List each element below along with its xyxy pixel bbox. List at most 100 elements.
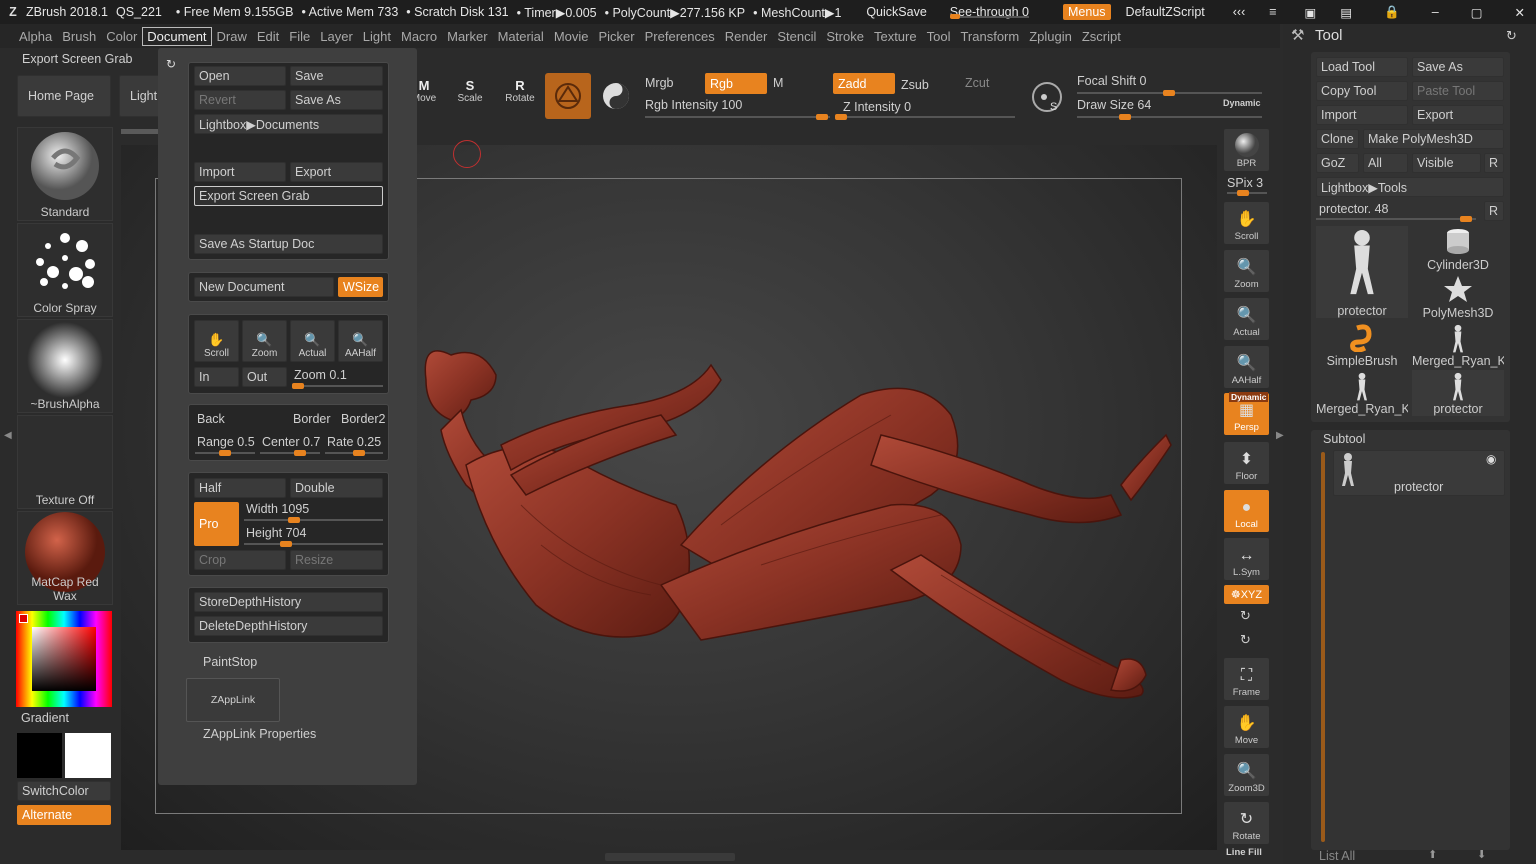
m-button[interactable]: M: [773, 76, 783, 90]
doc-actual-button[interactable]: 🔍 Actual: [290, 320, 335, 362]
shelf-scroll-button[interactable]: ✋ Scroll: [1224, 202, 1269, 244]
zoom-slider[interactable]: Zoom 0.1: [294, 368, 347, 382]
canvas-scroll-handle[interactable]: [605, 853, 735, 861]
rate-slider[interactable]: Rate 0.25: [327, 435, 381, 449]
menu-zscript[interactable]: Zscript: [1077, 27, 1126, 46]
z-intensity-slider[interactable]: Z Intensity 0: [843, 100, 911, 114]
width-track[interactable]: [244, 517, 383, 523]
home-page-button[interactable]: Home Page: [17, 75, 111, 117]
subtool-header[interactable]: Subtool: [1323, 432, 1365, 446]
spix-track[interactable]: [1227, 190, 1267, 196]
rgb-button[interactable]: Rgb: [705, 73, 767, 94]
material-switch-button[interactable]: [545, 73, 591, 119]
minimize-icon[interactable]: –: [1427, 4, 1444, 20]
protector-slider[interactable]: protector. 48: [1319, 202, 1389, 216]
shelf-aahalf-button[interactable]: 🔍 AAHalf: [1224, 346, 1269, 388]
crop-button[interactable]: Crop: [194, 550, 286, 570]
revert-button[interactable]: Revert: [194, 90, 286, 110]
xyz-symmetry-button[interactable]: ☸XYZ: [1224, 585, 1269, 604]
menu-picker[interactable]: Picker: [594, 27, 640, 46]
secondary-color-swatch[interactable]: [65, 733, 111, 778]
menu-file[interactable]: File: [284, 27, 315, 46]
wsize-button[interactable]: WSize: [338, 277, 383, 297]
z-intensity-track[interactable]: [835, 114, 1015, 120]
rgb-intensity-track[interactable]: [645, 114, 830, 120]
rate-track[interactable]: [325, 450, 383, 456]
rgb-intensity-slider[interactable]: Rgb Intensity 100: [645, 98, 742, 112]
pro-button[interactable]: Pro: [194, 502, 239, 546]
border-button[interactable]: Border: [293, 412, 331, 426]
stroke-thumbnail[interactable]: Color Spray: [17, 223, 113, 317]
tool-item-simplebrush[interactable]: SimpleBrush: [1316, 322, 1408, 368]
menu-edit[interactable]: Edit: [252, 27, 284, 46]
zapplink-button[interactable]: ZAppLink: [186, 678, 280, 722]
goz-r-button[interactable]: R: [1484, 153, 1504, 173]
draw-size-slider[interactable]: Draw Size 64: [1077, 98, 1151, 112]
tool-item-merged-ryan-ki[interactable]: Merged_Ryan_Ki: [1316, 370, 1408, 416]
rotate-axis-y-icon[interactable]: ↻: [1240, 632, 1251, 648]
menu-tool[interactable]: Tool: [922, 27, 956, 46]
subtool-scrollbar[interactable]: [1321, 452, 1325, 842]
doc-zoom-button[interactable]: 🔍 Zoom: [242, 320, 287, 362]
alpha-thumbnail[interactable]: ~BrushAlpha: [17, 319, 113, 413]
persp-dynamic-label[interactable]: Dynamic: [1229, 392, 1269, 402]
doc-aahalf-button[interactable]: 🔍 AAHalf: [338, 320, 383, 362]
lightbox-documents-button[interactable]: Lightbox▶Documents: [194, 114, 383, 134]
zapplink-properties-label[interactable]: ZAppLink Properties: [203, 727, 316, 741]
move-down-arrow-icon[interactable]: ⬇: [1477, 848, 1486, 861]
window-layout-icon[interactable]: ▣: [1300, 4, 1322, 21]
menu-brush[interactable]: Brush: [57, 27, 101, 46]
tool-import-button[interactable]: Import: [1316, 105, 1408, 125]
menu-transform[interactable]: Transform: [955, 27, 1024, 46]
copy-tool-button[interactable]: Copy Tool: [1316, 81, 1408, 101]
tool-item-merged-ryan-ki[interactable]: Merged_Ryan_Ki: [1412, 322, 1504, 368]
tool-panel-scroll-handle[interactable]: ▶: [1276, 430, 1284, 450]
menu-stroke[interactable]: Stroke: [821, 27, 869, 46]
color-picker[interactable]: [16, 611, 112, 707]
double-button[interactable]: Double: [290, 478, 383, 498]
spix-slider[interactable]: SPix 3: [1227, 176, 1263, 190]
zadd-button[interactable]: Zadd: [833, 73, 895, 94]
scale-button[interactable]: S Scale: [450, 78, 490, 114]
export-button[interactable]: Export: [290, 162, 383, 182]
half-button[interactable]: Half: [194, 478, 286, 498]
shelf-floor-button[interactable]: ⬍ Floor: [1224, 442, 1269, 484]
resize-button[interactable]: Resize: [290, 550, 383, 570]
zscript-label[interactable]: DefaultZScript: [1121, 4, 1210, 20]
goz-button[interactable]: GoZ: [1316, 153, 1359, 173]
menu-stencil[interactable]: Stencil: [772, 27, 821, 46]
shelf-zoom-button[interactable]: 🔍 Zoom: [1224, 250, 1269, 292]
shelf-lsym-button[interactable]: ↔ L.Sym: [1224, 538, 1269, 580]
window-restore-icon[interactable]: ▤: [1335, 4, 1357, 21]
subtool-visibility-icon[interactable]: ◉: [1486, 452, 1496, 466]
export-screen-grab-button[interactable]: Export Screen Grab: [194, 186, 383, 206]
gradient-label[interactable]: Gradient: [21, 711, 69, 725]
line-fill-button[interactable]: Line Fill: [1226, 847, 1262, 858]
main-color-swatch[interactable]: [17, 733, 62, 778]
export-screen-grab-label[interactable]: Export Screen Grab: [22, 52, 132, 66]
save-as-button[interactable]: Save As: [290, 90, 383, 110]
rotate-axis-z-icon[interactable]: ↻: [1240, 608, 1251, 624]
zcut-button[interactable]: Zcut: [965, 76, 989, 90]
menu-alpha[interactable]: Alpha: [14, 27, 57, 46]
move-up-arrow-icon[interactable]: ⬆: [1428, 848, 1437, 861]
focal-shift-track[interactable]: [1077, 90, 1262, 96]
left-panel-scroll-handle[interactable]: ◀: [4, 430, 12, 450]
shelf-actual-button[interactable]: 🔍 Actual: [1224, 298, 1269, 340]
back-button[interactable]: Back: [197, 412, 225, 426]
goz-all-button[interactable]: All: [1363, 153, 1408, 173]
zsub-button[interactable]: Zsub: [901, 78, 929, 92]
center-track[interactable]: [260, 450, 320, 456]
make-polymesh-button[interactable]: Make PolyMesh3D: [1363, 129, 1504, 149]
menu-document[interactable]: Document: [142, 26, 212, 46]
shelf-frame-button[interactable]: ⛶ Frame: [1224, 658, 1269, 700]
load-tool-button[interactable]: Load Tool: [1316, 57, 1408, 77]
center-slider[interactable]: Center 0.7: [262, 435, 320, 449]
switch-color-button[interactable]: SwitchColor: [17, 781, 111, 801]
list-all-button[interactable]: List All: [1319, 849, 1355, 863]
zoom-in-button[interactable]: In: [194, 367, 239, 387]
delete-depth-history-button[interactable]: DeleteDepthHistory: [194, 616, 383, 636]
menu-movie[interactable]: Movie: [549, 27, 594, 46]
protector-r-button[interactable]: R: [1484, 201, 1504, 221]
tool-item-cylinder3d[interactable]: Cylinder3D: [1412, 226, 1504, 272]
